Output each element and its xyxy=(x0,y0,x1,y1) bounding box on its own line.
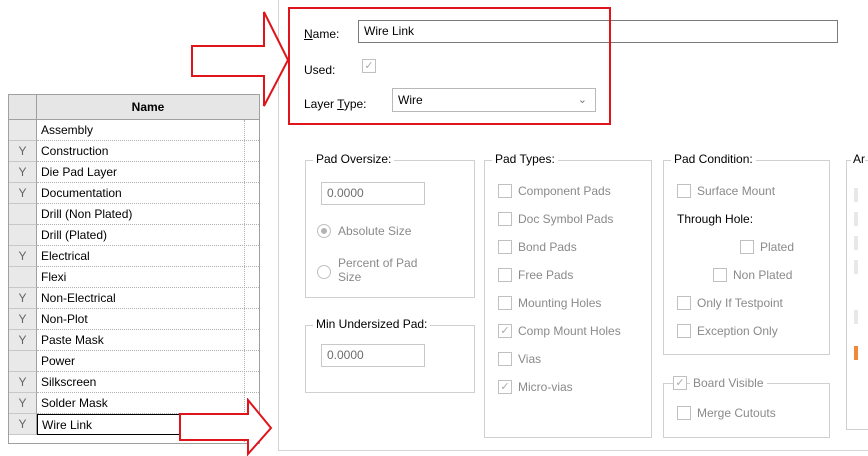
table-row[interactable]: Y Construction xyxy=(9,141,259,162)
layer-name: Non-Electrical xyxy=(37,288,259,309)
table-row[interactable]: Y Silkscreen xyxy=(9,372,259,393)
used-flag xyxy=(9,225,37,246)
comp-mount-holes-checkbox[interactable]: ✓ xyxy=(498,324,512,338)
truncated-control xyxy=(854,310,858,324)
merge-cutouts-checkbox[interactable] xyxy=(677,406,691,420)
table-row[interactable]: Drill (Non Plated) xyxy=(9,204,259,225)
percent-of-pad-size-radio[interactable] xyxy=(317,265,331,279)
table-row[interactable]: Flexi xyxy=(9,267,259,288)
pad-condition-title: Pad Condition: xyxy=(671,152,756,166)
pad-oversize-title: Pad Oversize: xyxy=(313,152,395,166)
layer-name: Silkscreen xyxy=(37,372,259,393)
pad-types-title: Pad Types: xyxy=(492,152,558,166)
layer-name: Assembly xyxy=(37,120,259,141)
free-pads-label: Free Pads xyxy=(518,268,574,282)
non-plated-checkbox[interactable] xyxy=(713,268,727,282)
bond-pads-checkbox[interactable] xyxy=(498,240,512,254)
truncated-group-title: Ar xyxy=(851,152,865,166)
used-flag: Y xyxy=(9,162,37,183)
table-row[interactable]: Assembly xyxy=(9,120,259,141)
only-if-testpoint-checkbox[interactable] xyxy=(677,296,691,310)
used-flag: Y xyxy=(9,141,37,162)
surface-mount-label: Surface Mount xyxy=(697,184,776,198)
min-undersized-pad-input[interactable]: 0.0000 xyxy=(321,344,425,367)
table-row[interactable]: Y Non-Electrical xyxy=(9,288,259,309)
doc-symbol-pads-label: Doc Symbol Pads xyxy=(518,212,614,226)
pad-oversize-input[interactable]: 0.0000 xyxy=(321,182,425,205)
absolute-size-label: Absolute Size xyxy=(338,224,412,238)
arrow-right-icon xyxy=(179,398,273,456)
plated-label: Plated xyxy=(760,240,795,254)
used-flag: Y xyxy=(9,330,37,351)
table-row[interactable]: Y Documentation xyxy=(9,183,259,204)
absolute-size-radio[interactable] xyxy=(317,224,331,238)
layer-name: Die Pad Layer xyxy=(37,162,259,183)
plated-checkbox[interactable] xyxy=(740,240,754,254)
used-flag: Y xyxy=(9,393,37,414)
table-row[interactable]: Drill (Plated) xyxy=(9,225,259,246)
layer-table: Name Assembly Y Construction Y Die Pad Lay… xyxy=(8,94,260,444)
used-flag xyxy=(9,351,37,372)
component-pads-label: Component Pads xyxy=(518,184,611,198)
layer-name: Documentation xyxy=(37,183,259,204)
used-flag: Y xyxy=(9,309,37,330)
layer-name: Drill (Plated) xyxy=(37,225,259,246)
surface-mount-checkbox[interactable] xyxy=(677,184,691,198)
used-flag xyxy=(9,267,37,288)
used-flag xyxy=(9,204,37,225)
percent-of-pad-size-label-2: Size xyxy=(338,270,362,284)
truncated-control xyxy=(854,260,858,274)
layer-name: Paste Mask xyxy=(37,330,259,351)
layer-name: Non-Plot xyxy=(37,309,259,330)
used-flag: Y xyxy=(9,288,37,309)
layer-name: Flexi xyxy=(37,267,259,288)
arrow-right-icon xyxy=(191,11,290,107)
through-hole-label: Through Hole: xyxy=(677,212,754,226)
highlight-box xyxy=(288,7,611,125)
exception-only-label: Exception Only xyxy=(697,324,778,338)
merge-cutouts-label: Merge Cutouts xyxy=(697,406,776,420)
used-flag: Y xyxy=(9,183,37,204)
table-row[interactable]: Y Die Pad Layer xyxy=(9,162,259,183)
percent-of-pad-size-label-1: Percent of Pad xyxy=(338,256,418,270)
truncated-control xyxy=(854,212,858,226)
used-flag xyxy=(9,120,37,141)
comp-mount-holes-label: Comp Mount Holes xyxy=(518,324,621,338)
free-pads-checkbox[interactable] xyxy=(498,268,512,282)
layer-name: Electrical xyxy=(37,246,259,267)
vias-checkbox[interactable] xyxy=(498,352,512,366)
table-row[interactable]: Y Paste Mask xyxy=(9,330,259,351)
flag-column-header[interactable] xyxy=(9,95,37,119)
doc-symbol-pads-checkbox[interactable] xyxy=(498,212,512,226)
board-visible-checkbox[interactable]: ✓ xyxy=(673,376,687,390)
table-row[interactable]: Power xyxy=(9,351,259,372)
non-plated-label: Non Plated xyxy=(733,268,793,282)
micro-vias-label: Micro-vias xyxy=(518,380,573,394)
layer-name: Power xyxy=(37,351,259,372)
mounting-holes-checkbox[interactable] xyxy=(498,296,512,310)
only-if-testpoint-label: Only If Testpoint xyxy=(697,296,783,310)
used-flag: Y xyxy=(9,414,37,435)
truncated-control xyxy=(854,236,858,250)
layer-name: Drill (Non Plated) xyxy=(37,204,259,225)
board-visible-title: Board Visible xyxy=(690,376,767,390)
vias-label: Vias xyxy=(518,352,542,366)
min-undersized-pad-title: Min Undersized Pad: xyxy=(313,317,431,331)
exception-only-checkbox[interactable] xyxy=(677,324,691,338)
micro-vias-checkbox[interactable]: ✓ xyxy=(498,380,512,394)
component-pads-checkbox[interactable] xyxy=(498,184,512,198)
layer-name: Construction xyxy=(37,141,259,162)
used-flag: Y xyxy=(9,246,37,267)
mounting-holes-label: Mounting Holes xyxy=(518,296,602,310)
table-row[interactable]: Y Electrical xyxy=(9,246,259,267)
table-row[interactable]: Y Non-Plot xyxy=(9,309,259,330)
bond-pads-label: Bond Pads xyxy=(518,240,577,254)
truncated-control xyxy=(854,188,858,202)
truncated-control xyxy=(854,346,858,360)
used-flag: Y xyxy=(9,372,37,393)
